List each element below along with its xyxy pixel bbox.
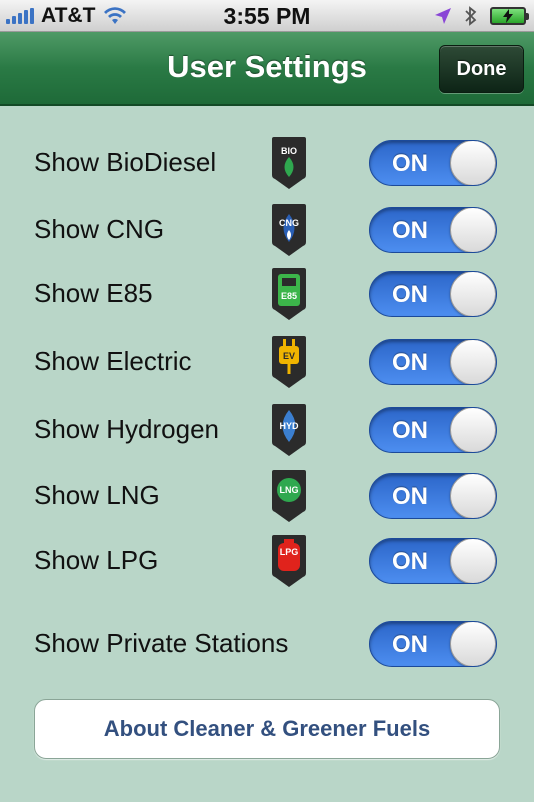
toggle-state: ON — [392, 150, 428, 177]
biodiesel-toggle[interactable]: ON — [369, 140, 497, 186]
charging-bolt-icon — [503, 9, 513, 23]
toggle-state: ON — [392, 217, 428, 244]
navigation-bar: User Settings Done — [0, 32, 534, 106]
toggle-state: ON — [392, 417, 428, 444]
toggle-knob[interactable] — [450, 340, 496, 384]
setting-row-hydrogen: Show Hydrogen HYD ON — [0, 402, 534, 458]
setting-row-lng: Show LNG LNG ON — [0, 468, 534, 524]
svg-text:CNG: CNG — [279, 218, 299, 228]
lpg-toggle[interactable]: ON — [369, 538, 497, 584]
setting-row-private-stations: Show Private Stations ON — [0, 616, 534, 672]
bluetooth-icon — [465, 6, 477, 26]
hydrogen-toggle[interactable]: ON — [369, 407, 497, 453]
electric-toggle[interactable]: ON — [369, 339, 497, 385]
svg-text:EV: EV — [283, 351, 295, 361]
setting-row-biodiesel: Show BioDiesel BIO ON — [0, 135, 534, 191]
toggle-state: ON — [392, 349, 428, 376]
status-right — [434, 5, 529, 27]
svg-text:BIO: BIO — [281, 146, 297, 156]
setting-label: Show LNG — [34, 480, 160, 510]
toggle-state: ON — [392, 631, 428, 658]
setting-label: Show Hydrogen — [34, 414, 219, 444]
toggle-state: ON — [392, 483, 428, 510]
setting-label: Show BioDiesel — [34, 147, 217, 177]
electric-plug-pin-icon: EV — [272, 336, 306, 388]
biodiesel-pin-icon: BIO — [272, 137, 306, 189]
setting-label: Show E85 — [34, 278, 153, 308]
toggle-knob[interactable] — [450, 272, 496, 316]
e85-pin-icon: E85 — [272, 268, 306, 320]
toggle-knob[interactable] — [450, 208, 496, 252]
toggle-state: ON — [392, 281, 428, 308]
cng-toggle[interactable]: ON — [369, 207, 497, 253]
setting-row-e85: Show E85 E85 ON — [0, 266, 534, 322]
about-fuels-button[interactable]: About Cleaner & Greener Fuels — [34, 699, 500, 759]
location-arrow-icon — [435, 8, 451, 24]
battery-icon — [490, 7, 529, 25]
setting-label: Show LPG — [34, 545, 159, 575]
status-bar: AT&T 3:55 PM — [0, 0, 534, 32]
svg-text:HYD: HYD — [279, 421, 299, 431]
hydrogen-pin-icon: HYD — [272, 404, 306, 456]
setting-row-lpg: Show LPG LPG ON — [0, 533, 534, 589]
setting-label: Show Electric — [34, 346, 192, 376]
setting-label: Show Private Stations — [34, 628, 289, 658]
e85-toggle[interactable]: ON — [369, 271, 497, 317]
toggle-knob[interactable] — [450, 141, 496, 185]
lng-pin-icon: LNG — [272, 470, 306, 522]
lng-toggle[interactable]: ON — [369, 473, 497, 519]
setting-label: Show CNG — [34, 214, 165, 244]
setting-row-cng: Show CNG CNG ON — [0, 202, 534, 258]
setting-row-electric: Show Electric EV ON — [0, 334, 534, 390]
lpg-pin-icon: LPG — [272, 535, 306, 587]
toggle-state: ON — [392, 548, 428, 575]
toggle-knob[interactable] — [450, 539, 496, 583]
svg-text:LNG: LNG — [280, 485, 299, 495]
svg-text:LPG: LPG — [280, 547, 299, 557]
toggle-knob[interactable] — [450, 474, 496, 518]
toggle-knob[interactable] — [450, 622, 496, 666]
cng-pin-icon: CNG — [272, 204, 306, 256]
done-button[interactable]: Done — [439, 45, 524, 93]
toggle-knob[interactable] — [450, 408, 496, 452]
svg-text:E85: E85 — [281, 291, 297, 301]
private-stations-toggle[interactable]: ON — [369, 621, 497, 667]
